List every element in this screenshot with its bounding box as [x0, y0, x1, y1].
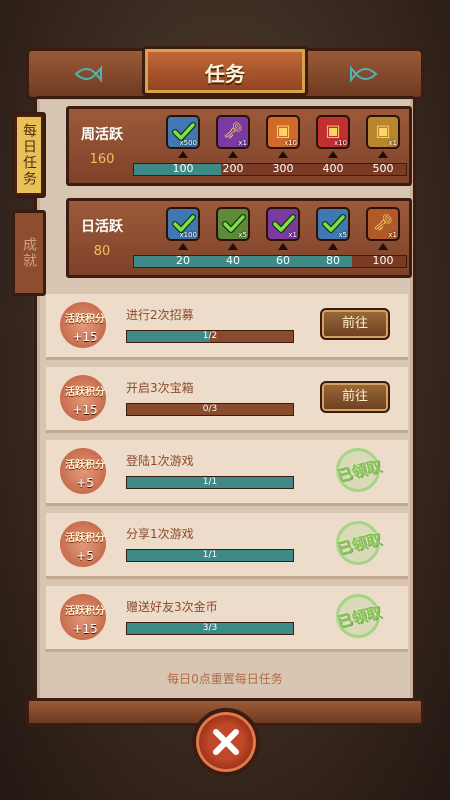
milestone-pointer	[328, 151, 338, 158]
milestone-pointer	[178, 243, 188, 250]
task-progress-text: 3/3	[202, 623, 218, 633]
task-progress-bar: 1/1	[126, 549, 294, 562]
points-value: +5	[76, 549, 94, 563]
milestone-pointer	[378, 243, 388, 250]
claimed-stamp: 已领取	[326, 519, 386, 571]
weekly-reward-5[interactable]: ▣ x1	[366, 115, 400, 149]
task-progress-bar: 1/2	[126, 330, 294, 343]
go-button[interactable]: 前往	[320, 308, 390, 340]
reset-note: 每日0点重置每日任务	[167, 672, 283, 686]
reward-quantity: x5	[338, 231, 347, 239]
fish-icon	[74, 65, 102, 83]
reward-quantity: x5	[238, 231, 247, 239]
milestone-label: 100	[372, 254, 394, 267]
tab-achievements[interactable]: 成就	[12, 210, 46, 296]
milestone-label: 40	[226, 254, 240, 267]
badge-label: 活跃积分	[65, 314, 105, 325]
daily-activity-panel: 日活跃 80 x100 20 x5 40 x1 60 x5 80 🗝 x1 100	[66, 198, 412, 278]
golden-key-icon: 🗝	[222, 121, 244, 140]
task-progress-bar: 3/3	[126, 622, 294, 635]
reward-quantity: x10	[283, 139, 297, 147]
close-icon	[213, 729, 239, 755]
milestone-pointer	[228, 151, 238, 158]
milestone-label: 200	[222, 162, 244, 175]
weekly-reward-2[interactable]: 🗝 x1	[216, 115, 250, 149]
reward-quantity: x500	[179, 139, 197, 147]
points-value: +5	[76, 476, 94, 490]
badge-label: 活跃积分	[65, 606, 105, 617]
fish-icon	[350, 65, 378, 83]
milestone-pointer	[178, 151, 188, 158]
task-row: 活跃积分 +5 分享1次游戏 1/1 已领取	[46, 513, 408, 579]
red-chest-icon: ▣	[325, 121, 341, 140]
badge-label: 活跃积分	[65, 460, 105, 471]
claimed-stamp: 已领取	[326, 592, 386, 644]
weekly-score: 160	[89, 152, 115, 167]
milestone-label: 100	[172, 162, 194, 175]
weekly-activity-panel: 周活跃 160 x500 100 🗝 x1 200 ▣ x10 300 ▣ x10 400 ▣ x1 50…	[66, 106, 412, 186]
daily-reward-4[interactable]: x5	[316, 207, 350, 241]
task-progress-text: 1/2	[202, 331, 218, 341]
task-description: 分享1次游戏	[126, 527, 194, 541]
claimed-stamp: 已领取	[326, 446, 386, 498]
tab-daily-tasks[interactable]: 每日任务	[12, 112, 46, 198]
milestone-label: 500	[372, 162, 394, 175]
daily-reward-1[interactable]: x100	[166, 207, 200, 241]
milestone-label: 20	[176, 254, 190, 267]
reward-quantity: x1	[288, 231, 297, 239]
reward-quantity: x1	[238, 139, 247, 147]
weekly-reward-1[interactable]: x500	[166, 115, 200, 149]
task-progress-text: 1/1	[202, 477, 218, 487]
milestone-pointer	[378, 151, 388, 158]
milestone-pointer	[328, 243, 338, 250]
badge-label: 活跃积分	[65, 533, 105, 544]
task-list: 活跃积分 +15 进行2次招募 1/2 前往 活跃积分 +15 开启3次宝箱 0/3 前往 活跃积分…	[46, 294, 408, 660]
task-row: 活跃积分 +5 登陆1次游戏 1/1 已领取	[46, 440, 408, 506]
milestone-pointer	[228, 243, 238, 250]
milestone-label: 300	[272, 162, 294, 175]
reward-quantity: x1	[388, 231, 397, 239]
task-description: 登陆1次游戏	[126, 454, 194, 468]
task-row: 活跃积分 +15 进行2次招募 1/2 前往	[46, 294, 408, 360]
weekly-title: 周活跃	[81, 127, 123, 143]
reward-quantity: x10	[333, 139, 347, 147]
page-title: 任务	[205, 62, 245, 86]
task-row: 活跃积分 +15 开启3次宝箱 0/3 前往	[46, 367, 408, 433]
golden-chest-icon: ▣	[375, 121, 391, 140]
weekly-reward-3[interactable]: ▣ x10	[266, 115, 300, 149]
task-row: 活跃积分 +15 赠送好友3次金币 3/3 已领取	[46, 586, 408, 652]
task-progress-bar: 0/3	[126, 403, 294, 416]
go-button[interactable]: 前往	[320, 381, 390, 413]
task-description: 赠送好友3次金币	[126, 600, 218, 614]
badge-label: 活跃积分	[65, 387, 105, 398]
golden-key-icon: 🗝	[372, 213, 394, 232]
task-progress-text: 1/1	[202, 550, 218, 560]
task-description: 开启3次宝箱	[126, 381, 194, 395]
task-description: 进行2次招募	[126, 308, 194, 322]
daily-reward-3[interactable]: x1	[266, 207, 300, 241]
tab-label: 每日任务	[15, 115, 43, 195]
daily-reward-5[interactable]: 🗝 x1	[366, 207, 400, 241]
milestone-pointer	[278, 243, 288, 250]
milestone-label: 80	[326, 254, 340, 267]
daily-reward-2[interactable]: x5	[216, 207, 250, 241]
points-value: +15	[72, 622, 98, 636]
milestone-label: 400	[322, 162, 344, 175]
reward-quantity: x1	[388, 139, 397, 147]
points-value: +15	[72, 403, 98, 417]
points-value: +15	[72, 330, 98, 344]
tab-label: 成就	[21, 237, 37, 269]
daily-score: 80	[93, 244, 111, 259]
task-progress-text: 0/3	[202, 404, 218, 414]
task-progress-bar: 1/1	[126, 476, 294, 489]
title-plate: 任务	[142, 46, 308, 96]
treasure-chest-icon: ▣	[275, 121, 291, 140]
reward-quantity: x100	[179, 231, 197, 239]
milestone-pointer	[278, 151, 288, 158]
weekly-reward-4[interactable]: ▣ x10	[316, 115, 350, 149]
close-button[interactable]	[192, 708, 260, 776]
milestone-label: 60	[276, 254, 290, 267]
daily-title: 日活跃	[81, 219, 123, 235]
